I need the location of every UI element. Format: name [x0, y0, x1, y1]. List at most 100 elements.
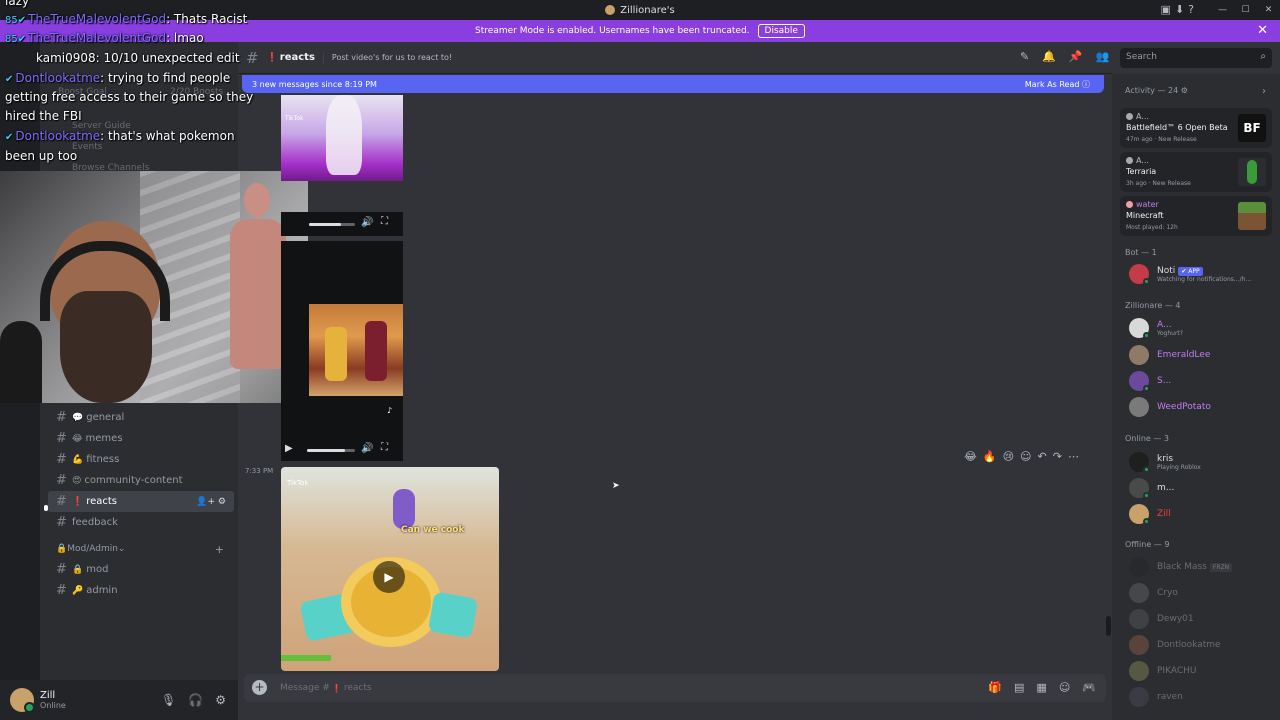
- new-messages-bar[interactable]: 3 new messages since 8:19 PM Mark As Rea…: [242, 75, 1104, 93]
- help-icon[interactable]: ?: [1188, 3, 1194, 16]
- channel-community-content[interactable]: # 😍 community-content: [48, 470, 234, 491]
- channel-mod[interactable]: # 🔒 mod: [48, 559, 234, 580]
- fullscreen-icon[interactable]: ⛶: [381, 216, 388, 227]
- channel-memes[interactable]: # 😂 memes: [48, 428, 234, 449]
- volume-slider[interactable]: [309, 223, 355, 226]
- channel-reacts[interactable]: # ❗ reacts 👤+ ⚙: [48, 491, 234, 512]
- member-item[interactable]: EmeraldLee: [1129, 343, 1279, 367]
- message-input[interactable]: + Message # ❗ reacts 🎁 ▤ ▦ ☺ 🎮: [244, 674, 1106, 702]
- gift-icon[interactable]: 🎁: [988, 681, 1002, 694]
- reply-icon[interactable]: ↶: [1038, 450, 1047, 463]
- forward-icon[interactable]: ↷: [1053, 450, 1062, 463]
- disable-button[interactable]: Disable: [757, 24, 805, 38]
- add-reaction-icon[interactable]: ☺: [1020, 450, 1031, 463]
- channel-title: reacts: [279, 52, 315, 63]
- chat-line: been up too: [5, 149, 78, 163]
- hash-icon: #: [56, 515, 67, 530]
- volume-icon[interactable]: 🔊: [361, 443, 373, 454]
- channel-header: # ❗ reacts Post video's for us to react …: [238, 42, 1112, 74]
- minimize-icon[interactable]: —: [1211, 5, 1234, 15]
- avatar[interactable]: [10, 688, 35, 713]
- channel-settings-icon[interactable]: 👤+ ⚙: [196, 497, 226, 507]
- gear-icon[interactable]: ⚙: [215, 693, 226, 707]
- apps-icon[interactable]: 🎮: [1082, 681, 1096, 694]
- video-letterbox: [281, 241, 309, 461]
- reaction-cry-icon[interactable]: 😢: [1003, 450, 1014, 463]
- activity-card[interactable]: water Minecraft Most played: 12h: [1120, 196, 1272, 236]
- punching-dummy: [228, 183, 288, 403]
- close-window-icon[interactable]: ✕: [1257, 5, 1280, 15]
- member-item[interactable]: Cryo: [1129, 581, 1279, 605]
- member-item[interactable]: Dontlookatme: [1129, 633, 1279, 657]
- tiktok-watermark: TikTok: [287, 479, 309, 487]
- fullscreen-icon[interactable]: ⛶: [381, 442, 388, 453]
- chat-line: ✔ Dontlookatme: that's what pokemon: [5, 129, 235, 143]
- volume-slider[interactable]: [307, 449, 355, 452]
- members-icon[interactable]: 👥: [1096, 50, 1110, 63]
- member-item[interactable]: PIKACHU: [1129, 659, 1279, 683]
- mark-as-read-button[interactable]: Mark As Read ⓘ: [1025, 79, 1090, 90]
- progress-bar: [281, 655, 331, 661]
- channel-topic: Post video's for us to react to!: [331, 53, 453, 62]
- video-attachment[interactable]: TikTok: [281, 95, 403, 181]
- volume-icon[interactable]: 🔊: [361, 217, 373, 228]
- scrollbar[interactable]: [1106, 616, 1111, 636]
- download-icon[interactable]: ⬇: [1175, 3, 1184, 16]
- reaction-fire-icon[interactable]: 🔥: [983, 450, 997, 463]
- microphone-icon[interactable]: 🎙: [161, 693, 176, 707]
- message-actions: 😂 🔥 😢 ☺ ↶ ↷ ⋯: [964, 450, 1079, 463]
- member-item[interactable]: raven: [1129, 685, 1279, 709]
- banner-close-icon[interactable]: ✕: [1257, 23, 1268, 38]
- gif-icon[interactable]: ▤: [1014, 681, 1024, 694]
- headphones-icon[interactable]: 🎧: [188, 693, 203, 707]
- hash-icon: #: [56, 410, 67, 425]
- video-attachment[interactable]: TikTok Can we cook ▶: [281, 467, 499, 671]
- member-item[interactable]: Noti ✔ APP Watching for notifications.../…: [1129, 262, 1279, 286]
- more-icon[interactable]: ⋯: [1068, 450, 1079, 463]
- member-item[interactable]: S...: [1129, 369, 1279, 393]
- lock-icon: 🔒: [56, 544, 68, 554]
- member-item[interactable]: A... Yoghurt?: [1129, 316, 1279, 340]
- header-tools: ✎ 🔔 📌 👥: [1020, 50, 1109, 63]
- play-icon[interactable]: ▶: [285, 443, 293, 454]
- search-input[interactable]: Search ⌕: [1120, 48, 1272, 68]
- channel-general[interactable]: # 💬 general: [48, 407, 234, 428]
- activity-card[interactable]: A... Battlefield™ 6 Open Beta 47m ago · …: [1120, 108, 1272, 148]
- hash-icon: #: [56, 494, 67, 509]
- add-attachment-icon[interactable]: +: [252, 680, 267, 695]
- threads-icon[interactable]: ✎: [1020, 50, 1029, 63]
- channel-admin[interactable]: # 🔑 admin: [48, 580, 234, 601]
- game-thumbnail: [1238, 158, 1266, 186]
- mod-admin-category[interactable]: 🔒 Mod/Admin ⌄ +: [48, 539, 234, 559]
- reaction-laugh-icon[interactable]: 😂: [964, 450, 977, 463]
- member-item[interactable]: kris Playing Roblox: [1129, 450, 1279, 474]
- emoji-icon[interactable]: ☺: [1059, 681, 1070, 694]
- chat-line: getting free access to their game so the…: [5, 90, 254, 104]
- message-timestamp: 7:33 PM: [245, 467, 274, 475]
- sticker-icon[interactable]: ▦: [1036, 681, 1046, 694]
- member-item[interactable]: Black Mass FRZN: [1129, 555, 1279, 579]
- hash-icon: #: [56, 473, 67, 488]
- member-item[interactable]: Dewy01: [1129, 607, 1279, 631]
- chevron-right-icon[interactable]: ›: [1262, 86, 1266, 97]
- channel-fitness[interactable]: # 💪 fitness: [48, 449, 234, 470]
- video-controls: ▶ 🔊 ⛶: [281, 439, 403, 461]
- channel-feedback[interactable]: # feedback: [48, 512, 234, 533]
- streamer: [20, 211, 190, 403]
- hash-icon: #: [246, 48, 259, 67]
- member-item[interactable]: m...: [1129, 476, 1279, 500]
- play-icon[interactable]: ▶: [373, 561, 405, 593]
- activity-card[interactable]: A... Terraria 3h ago · New Release: [1120, 152, 1272, 192]
- bell-icon[interactable]: 🔔: [1042, 50, 1056, 63]
- chat-line: kami0908: 10/10 unexpected edit: [36, 51, 240, 65]
- inbox-icon[interactable]: ▣: [1161, 3, 1171, 16]
- maximize-icon[interactable]: ☐: [1234, 5, 1257, 15]
- member-item[interactable]: WeedPotato: [1129, 395, 1279, 419]
- hash-icon: #: [56, 583, 67, 598]
- hash-icon: #: [56, 562, 67, 577]
- video-attachment[interactable]: ♪: [309, 241, 403, 461]
- member-item[interactable]: Zill: [1129, 502, 1279, 526]
- add-channel-icon[interactable]: +: [215, 543, 224, 556]
- microphone: [0, 321, 42, 403]
- pin-icon[interactable]: 📌: [1069, 50, 1083, 63]
